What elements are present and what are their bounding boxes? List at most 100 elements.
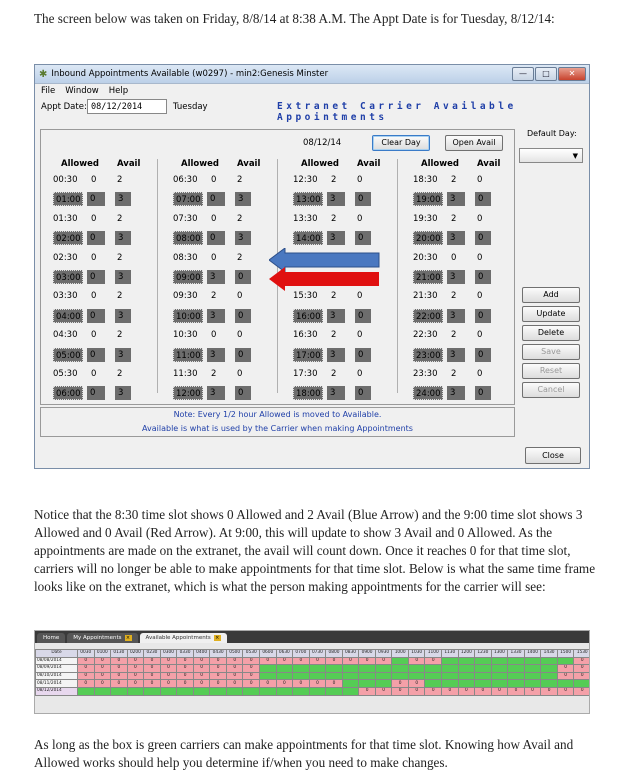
slot-full-cell[interactable]: 0 [225, 671, 244, 681]
slot-avail[interactable]: 3 [115, 386, 131, 401]
slot-open-cell[interactable] [159, 686, 178, 696]
menu-help[interactable]: Help [109, 86, 128, 96]
slot-allowed[interactable]: 3 [207, 269, 225, 284]
slot-full-cell[interactable]: 0 [441, 686, 459, 696]
slot-avail[interactable]: 0 [357, 214, 362, 224]
slot-full-cell[interactable]: 0 [259, 679, 277, 688]
slot-full-cell[interactable]: 0 [77, 679, 95, 688]
slot-full-cell[interactable]: 0 [192, 671, 211, 681]
slot-allowed[interactable]: 0 [87, 269, 105, 284]
slot-full-cell[interactable]: 0 [556, 664, 575, 673]
slot-open-cell[interactable] [308, 686, 327, 696]
slot-full-cell[interactable]: 0 [209, 671, 227, 681]
default-day-select[interactable]: ▼ [519, 148, 583, 163]
slot-open-cell[interactable] [242, 686, 261, 696]
slot-open-cell[interactable] [540, 664, 558, 673]
slot-allowed[interactable]: 0 [87, 386, 105, 401]
slot-full-cell[interactable]: 0 [507, 686, 525, 696]
slot-avail[interactable]: 0 [355, 386, 371, 401]
slot-row[interactable]: 17:00 3 0 [283, 346, 391, 365]
slot-full-cell[interactable]: 0 [374, 656, 393, 666]
reset-button[interactable]: Reset [522, 363, 580, 379]
slot-open-cell[interactable] [507, 656, 525, 666]
slot-avail[interactable]: 2 [117, 330, 122, 340]
slot-allowed[interactable]: 3 [447, 308, 465, 323]
slot-full-cell[interactable]: 0 [110, 679, 128, 688]
slot-full-cell[interactable]: 0 [77, 671, 95, 681]
slot-avail[interactable]: 2 [117, 175, 122, 185]
slot-open-cell[interactable] [176, 686, 194, 696]
slot-allowed[interactable]: 3 [327, 231, 345, 246]
slot-full-cell[interactable]: 0 [325, 679, 343, 688]
slot-allowed[interactable]: 0 [87, 347, 105, 362]
slot-open-cell[interactable] [490, 664, 509, 673]
open-avail-button[interactable]: Open Avail [445, 135, 503, 151]
slot-open-cell[interactable] [424, 664, 443, 673]
slot-full-cell[interactable]: 0 [457, 686, 476, 696]
slot-full-cell[interactable]: 0 [192, 664, 211, 673]
slot-open-cell[interactable] [457, 679, 476, 688]
slot-full-cell[interactable]: 0 [192, 679, 211, 688]
slot-open-cell[interactable] [275, 671, 294, 681]
slot-full-cell[interactable]: 0 [176, 679, 194, 688]
slot-full-cell[interactable]: 0 [275, 679, 294, 688]
slot-avail[interactable]: 0 [237, 291, 242, 301]
slot-row[interactable]: 19:30 2 0 [403, 210, 511, 229]
slot-open-cell[interactable] [308, 664, 327, 673]
slot-full-cell[interactable]: 0 [143, 671, 161, 681]
slot-open-cell[interactable] [457, 656, 476, 666]
slot-allowed[interactable]: 0 [211, 253, 216, 263]
slot-row[interactable]: 24:00 3 0 [403, 384, 511, 403]
slot-row[interactable]: 01:30 0 2 [43, 210, 151, 229]
slot-full-cell[interactable]: 0 [540, 686, 558, 696]
slot-open-cell[interactable] [308, 671, 327, 681]
slot-allowed[interactable]: 3 [447, 269, 465, 284]
slot-open-cell[interactable] [259, 686, 277, 696]
slot-avail[interactable]: 3 [235, 192, 251, 207]
slot-row[interactable]: 08:30 0 2 [163, 249, 271, 268]
slot-row[interactable]: 20:30 0 0 [403, 249, 511, 268]
slot-full-cell[interactable]: 0 [209, 664, 227, 673]
slot-full-cell[interactable]: 0 [209, 679, 227, 688]
slot-full-cell[interactable]: 0 [126, 656, 145, 666]
slot-allowed[interactable]: 0 [91, 291, 96, 301]
slot-full-cell[interactable]: 0 [242, 656, 261, 666]
slot-full-cell[interactable]: 0 [159, 656, 178, 666]
slot-avail[interactable]: 2 [117, 214, 122, 224]
slot-allowed[interactable]: 3 [447, 231, 465, 246]
tab-my-appointments[interactable]: My Appointments × [67, 633, 138, 643]
slot-full-cell[interactable]: 0 [143, 656, 161, 666]
slot-avail[interactable]: 2 [237, 175, 242, 185]
close-icon[interactable]: × [213, 635, 221, 641]
slot-avail[interactable]: 0 [475, 308, 491, 323]
tab-available-appointments[interactable]: Available Appointments × [139, 633, 227, 643]
slot-row[interactable]: 16:30 2 0 [283, 326, 391, 345]
slot-open-cell[interactable] [573, 679, 589, 688]
slot-full-cell[interactable]: 0 [308, 656, 327, 666]
slot-avail[interactable]: 0 [475, 347, 491, 362]
slot-allowed[interactable]: 2 [211, 291, 216, 301]
slot-open-cell[interactable] [523, 679, 542, 688]
slot-avail[interactable]: 3 [115, 347, 131, 362]
slot-avail[interactable]: 0 [355, 231, 371, 246]
slot-allowed[interactable]: 2 [211, 369, 216, 379]
slot-row[interactable]: 04:30 0 2 [43, 326, 151, 345]
slot-open-cell[interactable] [424, 671, 443, 681]
slot-open-cell[interactable] [441, 664, 459, 673]
slot-row[interactable]: 12:30 2 0 [283, 171, 391, 190]
slot-row[interactable]: 05:30 0 2 [43, 365, 151, 384]
slot-avail[interactable]: 0 [477, 253, 482, 263]
slot-allowed[interactable]: 0 [91, 369, 96, 379]
slot-full-cell[interactable]: 0 [556, 671, 575, 681]
slot-full-cell[interactable]: 0 [159, 679, 178, 688]
slot-full-cell[interactable]: 0 [126, 679, 145, 688]
slot-avail[interactable]: 0 [235, 269, 251, 284]
cancel-button[interactable]: Cancel [522, 382, 580, 398]
slot-full-cell[interactable]: 0 [110, 671, 128, 681]
slot-full-cell[interactable]: 0 [308, 679, 327, 688]
slot-avail[interactable]: 0 [357, 330, 362, 340]
slot-row[interactable]: 03:00 0 3 [43, 268, 151, 287]
slot-row[interactable]: 22:00 3 0 [403, 307, 511, 326]
slot-open-cell[interactable] [490, 679, 509, 688]
slot-full-cell[interactable]: 0 [225, 664, 244, 673]
